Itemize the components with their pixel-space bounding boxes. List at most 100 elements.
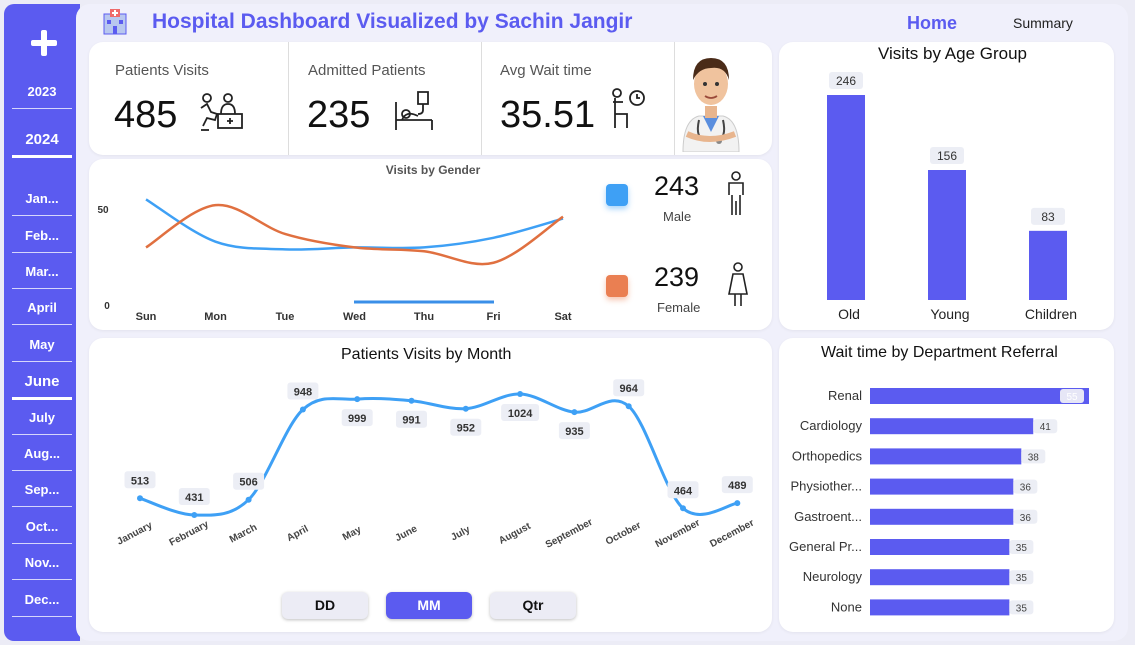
dept-bar xyxy=(870,599,1010,616)
kpi-admitted-label: Admitted Patients xyxy=(308,62,426,79)
sidebar-year-2024[interactable]: 2024 xyxy=(12,131,72,158)
dept-data-label: 55 xyxy=(1066,392,1078,403)
monthly-point xyxy=(734,500,741,507)
sidebar-month-sep[interactable]: Sep... xyxy=(12,482,72,507)
monthly-x-tick: October xyxy=(604,520,643,548)
sidebar-month-feb[interactable]: Feb... xyxy=(12,228,72,253)
sidebar-month-mar[interactable]: Mar... xyxy=(12,264,72,289)
dept-data-label: 38 xyxy=(1028,452,1040,463)
dept-bar xyxy=(870,539,1010,555)
gender-y-tick: 50 xyxy=(97,205,109,216)
male-swatch xyxy=(606,184,628,206)
monthly-line xyxy=(139,392,738,517)
monthly-x-tick: September xyxy=(544,517,595,551)
toggle-qtr-button[interactable]: Qtr xyxy=(490,592,576,619)
female-swatch xyxy=(606,275,628,297)
monthly-point xyxy=(354,396,361,403)
gender-x-tick: Thu xyxy=(414,311,434,323)
age-x-tick: Old xyxy=(838,306,860,322)
kpi-admitted-value: 235 xyxy=(307,94,371,136)
sidebar-month-nov[interactable]: Nov... xyxy=(12,555,72,580)
monthly-data-label: 999 xyxy=(348,413,366,425)
monthly-point xyxy=(137,495,143,502)
kpi-patients-visits-label: Patients Visits xyxy=(115,62,209,79)
age-x-tick: Children xyxy=(1025,306,1077,322)
monthly-data-label: 991 xyxy=(402,415,420,427)
sidebar-month-aug[interactable]: Aug... xyxy=(12,446,72,471)
sidebar-month-dec[interactable]: Dec... xyxy=(12,592,72,617)
sidebar-month-apr[interactable]: April xyxy=(12,300,72,325)
kpi-wait-label: Avg Wait time xyxy=(500,62,592,79)
gender-x-tick: Fri xyxy=(486,311,500,323)
dept-data-label: 36 xyxy=(1020,483,1032,494)
sidebar: 2023 2024 Jan... Feb... Mar... April May… xyxy=(4,4,80,641)
monthly-point xyxy=(462,405,469,412)
female-count: 239 xyxy=(654,262,700,292)
age-x-tick: Young xyxy=(930,306,969,322)
hospital-icon xyxy=(103,9,127,35)
monthly-data-label: 935 xyxy=(565,426,583,438)
department-wait-card: Wait time by Department Referral Renal 55… xyxy=(779,338,1114,632)
monthly-data-label: 952 xyxy=(457,423,475,435)
age-data-label: 246 xyxy=(836,74,856,88)
nav-summary-link[interactable]: Summary xyxy=(1013,15,1073,31)
gender-x-tick: Sun xyxy=(136,311,157,323)
monthly-x-tick: July xyxy=(449,524,472,543)
sidebar-month-may[interactable]: May xyxy=(12,337,72,362)
plus-icon[interactable] xyxy=(31,30,57,56)
sidebar-month-jun[interactable]: June xyxy=(12,373,72,400)
kpi-card: Patients Visits 485 Admitted Patients 23… xyxy=(89,42,772,155)
sidebar-month-oct[interactable]: Oct... xyxy=(12,519,72,544)
dept-bar xyxy=(870,508,1014,525)
gender-x-tick: Mon xyxy=(204,311,227,323)
monthly-data-label: 513 xyxy=(131,475,149,487)
female-label: Female xyxy=(657,300,701,315)
monthly-point xyxy=(517,391,524,397)
dept-bar xyxy=(870,418,1034,435)
gender-x-tick: Sat xyxy=(554,311,571,323)
monthly-data-label: 948 xyxy=(294,387,312,399)
monthly-x-tick: February xyxy=(168,519,211,549)
waiting-person-icon xyxy=(612,88,645,128)
monthly-point xyxy=(625,403,632,410)
monthly-x-tick: August xyxy=(497,521,533,547)
monthly-line-chart: 513 January 431 February 506 March 948 April 999… xyxy=(115,379,756,551)
toggle-mm-button[interactable]: MM xyxy=(386,592,472,619)
gender-x-tick: Tue xyxy=(276,311,295,323)
kpi-patients-visits-value: 485 xyxy=(114,94,178,136)
divider xyxy=(288,42,289,155)
monthly-visits-card: Patients Visits by Month 513 January 431 Fe… xyxy=(89,338,772,632)
sidebar-month-jul[interactable]: July xyxy=(12,410,72,435)
dept-bar xyxy=(870,448,1022,465)
sidebar-year-2023[interactable]: 2023 xyxy=(12,84,72,109)
male-icon xyxy=(728,171,744,215)
kpi-wait-value: 35.51 xyxy=(500,94,596,136)
dept-y-tick: Neurology xyxy=(803,569,863,584)
gender-chart-title: Visits by Gender xyxy=(386,163,481,177)
age-group-card: Visits by Age Group 246 Old 156 Young 83 Chil… xyxy=(779,42,1114,330)
dept-bar xyxy=(870,569,1010,586)
page-title: Hospital Dashboard Visualized by Sachin … xyxy=(152,10,633,33)
monthly-point xyxy=(571,409,578,416)
monthly-x-tick: January xyxy=(115,520,154,548)
dept-y-tick: Orthopedics xyxy=(792,448,863,463)
age-bar-chart: 246 Old 156 Young 83 Children xyxy=(827,72,1077,322)
dept-y-tick: General Pr... xyxy=(789,539,862,554)
dept-data-label: 36 xyxy=(1020,513,1032,524)
monthly-data-label: 489 xyxy=(728,480,746,492)
nav-home-link[interactable]: Home xyxy=(907,13,957,34)
monthly-x-tick: June xyxy=(393,523,419,544)
toggle-dd-button[interactable]: DD xyxy=(282,592,368,619)
divider xyxy=(674,42,675,155)
monthly-data-label: 431 xyxy=(185,492,203,504)
gender-card: Visits by Gender 50 0 Sun Mon Tue Wed Thu Fri… xyxy=(89,159,772,330)
dept-data-label: 35 xyxy=(1016,603,1028,614)
monthly-x-tick: April xyxy=(285,523,310,544)
sidebar-month-jan[interactable]: Jan... xyxy=(12,191,72,216)
dept-data-label: 35 xyxy=(1016,573,1028,584)
age-bar xyxy=(827,95,865,300)
monthly-data-label: 506 xyxy=(239,477,257,489)
dept-y-tick: Gastroent... xyxy=(794,509,862,524)
age-bar xyxy=(1029,230,1067,300)
dept-bar xyxy=(870,478,1014,495)
